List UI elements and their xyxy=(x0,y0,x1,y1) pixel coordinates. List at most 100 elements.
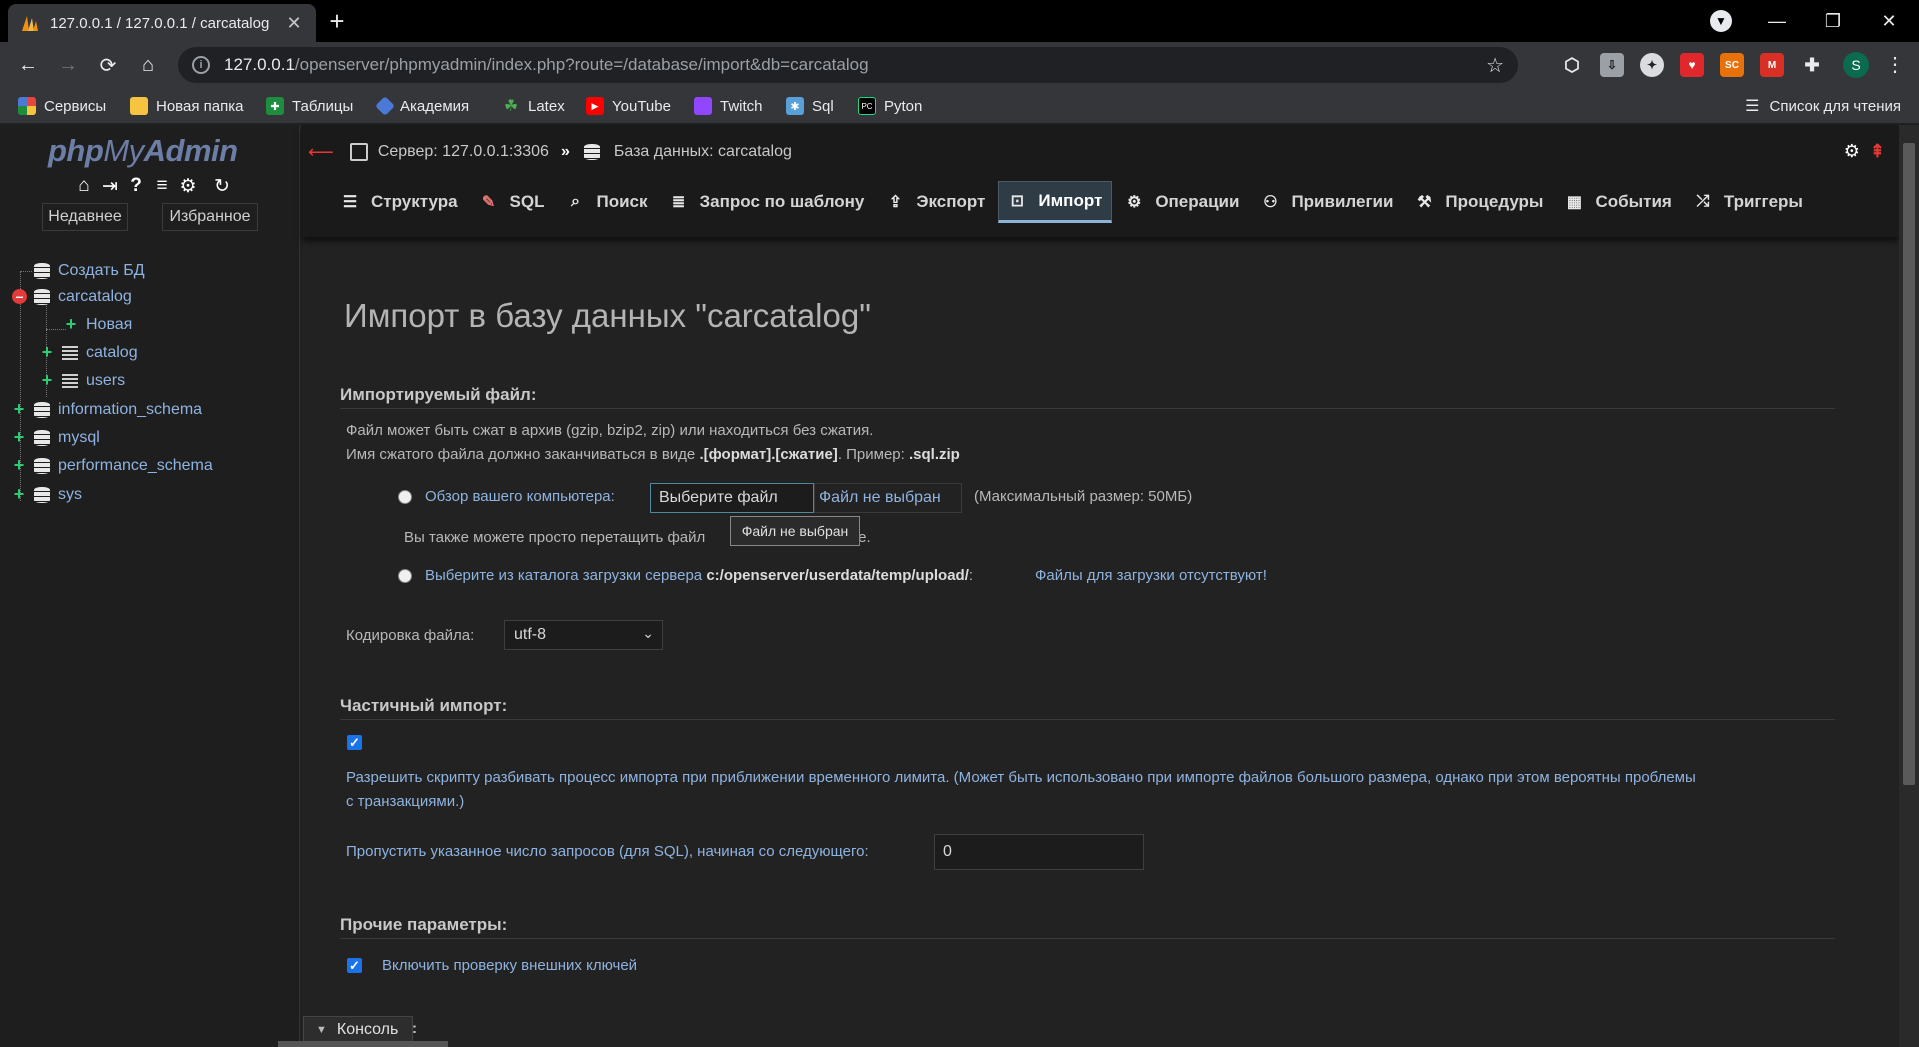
tab-label: Операции xyxy=(1155,192,1240,211)
back-button[interactable]: ← xyxy=(12,49,44,81)
reload-button[interactable]: ⟳ xyxy=(92,49,124,81)
horizontal-scrollbar[interactable] xyxy=(278,1041,448,1047)
bookmark-star-icon[interactable]: ☆ xyxy=(1486,53,1504,78)
tab-sql[interactable]: ✎ SQL xyxy=(471,181,554,223)
scrollbar-thumb[interactable] xyxy=(1903,143,1915,785)
tab-routines[interactable]: ⚒ Процедуры xyxy=(1406,181,1552,223)
tree-label: mysql xyxy=(58,429,100,446)
bookmark-youtube[interactable]: ▶ YouTube xyxy=(586,94,671,118)
bookmark-new-folder[interactable]: Новая папка xyxy=(130,94,243,118)
bookmark-apps[interactable]: Сервисы xyxy=(18,94,106,118)
bookmark-label: Новая папка xyxy=(156,97,244,115)
site-info-icon[interactable]: i xyxy=(192,56,210,74)
tab-events[interactable]: ▦ События xyxy=(1556,181,1680,223)
collapse-icon[interactable]: – xyxy=(12,289,27,304)
mendeley-extension-icon[interactable]: M xyxy=(1760,53,1784,77)
logout-icon[interactable]: ⇥ xyxy=(100,175,120,197)
expand-icon[interactable]: + xyxy=(12,428,26,446)
extension-icon[interactable]: ✦ xyxy=(1640,53,1664,77)
expand-icon[interactable]: + xyxy=(12,456,26,474)
tree-label: catalog xyxy=(86,344,138,361)
home-button[interactable]: ⌂ xyxy=(132,49,164,81)
collapse-top-icon[interactable]: ⇞ xyxy=(1870,141,1885,162)
tree-db-mysql[interactable]: mysql xyxy=(32,426,100,450)
expand-icon[interactable]: + xyxy=(12,485,26,503)
pocket-extension-icon[interactable]: ♥ xyxy=(1680,53,1704,77)
server-radio[interactable] xyxy=(398,569,412,583)
tree-create-db[interactable]: Создать БД xyxy=(32,259,145,283)
skip-queries-input[interactable]: 0 xyxy=(934,834,1144,870)
profile-avatar[interactable]: S xyxy=(1843,52,1869,78)
restore-button[interactable]: ❐ xyxy=(1806,0,1860,42)
expand-icon[interactable]: + xyxy=(40,343,54,361)
close-window-button[interactable]: ✕ xyxy=(1862,0,1916,42)
choose-file-button[interactable]: Выберите файл xyxy=(650,483,814,513)
tab-label: Привилегии xyxy=(1291,192,1394,211)
favorites-button[interactable]: Избранное xyxy=(162,203,258,231)
cube-extension-icon[interactable]: ⬡ xyxy=(1560,53,1584,77)
tab-query[interactable]: ≣ Запрос по шаблону xyxy=(661,181,874,223)
tree-new-table[interactable]: Новая xyxy=(86,313,132,337)
tree-connector xyxy=(46,329,66,330)
help-icon[interactable]: ? xyxy=(126,175,146,197)
tab-export[interactable]: ⇪ Экспорт xyxy=(877,181,994,223)
twitch-icon xyxy=(694,97,712,115)
expand-icon[interactable]: + xyxy=(40,371,54,389)
phpmyadmin-logo[interactable]: phpMyAdmin xyxy=(48,133,238,169)
bookmark-academy[interactable]: Академия xyxy=(375,94,469,118)
database-icon xyxy=(32,288,52,306)
reading-list-button[interactable]: ☰ Список для чтения xyxy=(1745,94,1901,118)
tree-table-users[interactable]: users xyxy=(62,369,125,393)
vertical-scrollbar[interactable] xyxy=(1899,125,1919,1047)
bookmark-latex[interactable]: ☘ Latex xyxy=(502,94,565,118)
breadcrumb-db[interactable]: База данных: carcatalog xyxy=(614,143,792,161)
forward-button[interactable]: → xyxy=(52,49,84,81)
chrome-menu-icon[interactable]: ⋮ xyxy=(1885,52,1905,78)
tree-db-carcatalog[interactable]: carcatalog xyxy=(32,285,132,309)
collapse-nav-arrow-icon[interactable]: ⟵ xyxy=(308,142,334,163)
tab-import[interactable]: ⊡ Импорт xyxy=(998,181,1113,223)
new-tab-button[interactable]: + xyxy=(322,6,352,36)
tab-structure[interactable]: ☰ Структура xyxy=(332,181,467,223)
tab-search[interactable]: ⌕ Поиск xyxy=(558,181,657,223)
browse-label: Обзор вашего компьютера: xyxy=(425,488,615,505)
tree-db-performance-schema[interactable]: performance_schema xyxy=(32,454,213,478)
home-icon[interactable]: ⌂ xyxy=(74,175,94,197)
console-toggle[interactable]: ▼ Консоль xyxy=(303,1016,413,1044)
tab-operations[interactable]: ⚙ Операции xyxy=(1116,181,1248,223)
bookmark-pyton[interactable]: PC Pyton xyxy=(858,94,922,118)
bookmark-label: Pyton xyxy=(884,97,923,115)
tree-db-information-schema[interactable]: information_schema xyxy=(32,398,202,422)
recent-button[interactable]: Недавнее xyxy=(42,203,128,231)
expand-icon[interactable]: + xyxy=(12,400,26,418)
reload-nav-icon[interactable]: ↻ xyxy=(212,175,232,197)
settings-gear-icon[interactable]: ⚙ xyxy=(1844,141,1860,162)
tab-search-icon[interactable]: ▼ xyxy=(1710,10,1732,32)
allow-interrupt-checkbox[interactable]: ✓ xyxy=(347,735,362,750)
browse-radio[interactable] xyxy=(398,490,412,504)
database-icon[interactable]: ≡ xyxy=(152,175,172,197)
tree-db-sys[interactable]: sys xyxy=(32,483,82,507)
bookmark-sheets[interactable]: ✚ Таблицы xyxy=(266,94,353,118)
bookmark-twitch[interactable]: Twitch xyxy=(694,94,763,118)
chevron-down-icon: ⌄ xyxy=(642,625,654,641)
tab-triggers[interactable]: ⤮ Триггеры xyxy=(1685,181,1812,223)
url-host: 127.0.0.1 xyxy=(224,55,295,74)
minimize-button[interactable]: — xyxy=(1750,0,1804,42)
settings-gear-icon[interactable]: ⚙ xyxy=(178,175,198,197)
bookmark-sql[interactable]: ✱ Sql xyxy=(786,94,834,118)
address-bar[interactable]: i 127.0.0.1/openserver/phpmyadmin/index.… xyxy=(178,47,1518,83)
tab-close-icon[interactable]: ✕ xyxy=(284,13,304,34)
browser-tab[interactable]: 127.0.0.1 / 127.0.0.1 / carcatalog ✕ xyxy=(8,4,316,42)
tab-privileges[interactable]: ⚇ Привилегии xyxy=(1252,181,1402,223)
hint-format: .[формат].[сжатие] xyxy=(699,446,838,463)
file-tooltip: Файл не выбран xyxy=(730,516,860,546)
download-extension-icon[interactable]: ⇩ xyxy=(1600,53,1624,77)
fk-checks-checkbox[interactable]: ✓ xyxy=(347,958,362,973)
sc-extension-icon[interactable]: SC xyxy=(1720,53,1744,77)
charset-select[interactable]: utf-8 ⌄ xyxy=(504,620,663,650)
tree-table-catalog[interactable]: catalog xyxy=(62,341,138,365)
puzzle-extensions-icon[interactable]: ✚ xyxy=(1800,53,1824,77)
breadcrumb-server[interactable]: Сервер: 127.0.0.1:3306 xyxy=(378,143,549,161)
fk-checks-label: Включить проверку внешних ключей xyxy=(382,957,638,974)
